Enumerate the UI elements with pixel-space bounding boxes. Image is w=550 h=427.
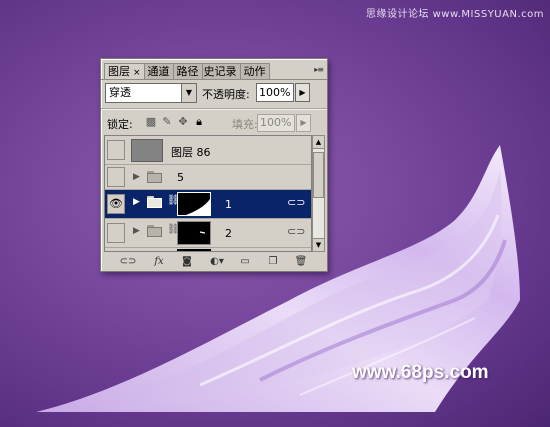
tab-history[interactable]: 史记录 bbox=[201, 63, 241, 79]
new-group-icon[interactable]: ▭ bbox=[237, 255, 253, 269]
tab-actions-label: 动作 bbox=[243, 65, 266, 78]
layer-name: 5 bbox=[177, 171, 184, 184]
watermark-top: 思缘设计论坛 www.MISSYUAN.com bbox=[365, 9, 544, 20]
blend-mode-select[interactable]: 穿透 ▼ bbox=[105, 83, 197, 103]
lock-all-icon[interactable]: 🔒︎ bbox=[193, 116, 205, 128]
layer-name: 1 bbox=[225, 198, 232, 211]
tab-layers-label: 图层 bbox=[108, 65, 130, 78]
tab-layers[interactable]: 图层 × bbox=[104, 63, 145, 79]
chevron-down-icon[interactable]: ▼ bbox=[181, 84, 196, 102]
layer-row-selected[interactable]: 👁︎ ▶ ⛓ 1 ⊂⊃ bbox=[105, 190, 311, 219]
blend-row: 穿透 ▼ 不透明度: 100% ▶ bbox=[105, 83, 323, 103]
folder-icon bbox=[147, 171, 162, 183]
tab-actions[interactable]: 动作 bbox=[239, 63, 270, 79]
panel-tabs: 图层 × 通道 路径 史记录 动作 bbox=[104, 63, 270, 79]
link-icon: ⊂⊃ bbox=[287, 196, 306, 209]
tab-paths-label: 路径 bbox=[176, 65, 199, 78]
divider bbox=[101, 108, 327, 110]
next-layer-thumbnail bbox=[177, 249, 211, 251]
opacity-slider-arrow-icon[interactable]: ▶ bbox=[295, 83, 310, 102]
adjustment-layer-icon[interactable]: ◐▾ bbox=[207, 255, 227, 269]
layers-list: 图层 86 ▶ 5 👁︎ ▶ ⛓ 1 ⊂⊃ ▶ ⛓ 2 ⊂⊃ bbox=[104, 135, 312, 252]
link-layers-icon[interactable]: ⊂⊃ bbox=[119, 255, 137, 269]
folder-icon bbox=[147, 196, 162, 208]
folder-icon bbox=[147, 225, 162, 237]
layer-name: 2 bbox=[225, 227, 232, 240]
link-icon: ⊂⊃ bbox=[287, 225, 306, 238]
eye-icon: 👁︎ bbox=[109, 197, 123, 210]
lock-brush-icon[interactable]: ✎ bbox=[161, 116, 173, 128]
lock-move-icon[interactable]: ✥ bbox=[177, 116, 189, 128]
lock-row: 锁定: ▩ ✎ ✥ 🔒︎ 填充: 100% ▶ bbox=[107, 114, 323, 132]
tab-channels-label: 通道 bbox=[147, 65, 170, 78]
close-icon[interactable]: × bbox=[133, 68, 141, 78]
fill-input[interactable]: 100% bbox=[257, 114, 295, 132]
tab-history-label: 史记录 bbox=[203, 65, 237, 78]
mask-thumbnail[interactable] bbox=[177, 221, 211, 245]
layer-row[interactable]: 图层 86 bbox=[105, 136, 311, 165]
lock-label: 锁定: bbox=[107, 118, 133, 131]
expand-triangle-icon[interactable]: ▶ bbox=[133, 197, 140, 207]
new-layer-icon[interactable]: ❐ bbox=[265, 255, 281, 269]
layer-row[interactable]: ▶ 5 bbox=[105, 165, 311, 190]
panel-toolbar: ⊂⊃ fx ◙ ◐▾ ▭ ❐ 🗑︎ bbox=[119, 255, 313, 271]
tab-channels[interactable]: 通道 bbox=[143, 63, 174, 79]
fx-icon[interactable]: fx bbox=[149, 255, 169, 269]
fill-label: 填充: bbox=[232, 118, 258, 131]
blend-mode-value: 穿透 bbox=[109, 86, 131, 99]
trash-icon[interactable]: 🗑︎ bbox=[293, 255, 309, 269]
layer-thumbnail bbox=[131, 139, 163, 162]
add-mask-icon[interactable]: ◙ bbox=[179, 255, 195, 269]
layer-name: 图层 86 bbox=[171, 146, 211, 159]
expand-triangle-icon[interactable]: ▶ bbox=[133, 172, 140, 182]
scroll-thumb[interactable] bbox=[313, 152, 324, 198]
fill-slider-arrow-icon[interactable]: ▶ bbox=[296, 114, 311, 132]
opacity-input[interactable]: 100% bbox=[256, 83, 294, 102]
visibility-toggle[interactable]: 👁︎ bbox=[107, 194, 125, 214]
layers-scrollbar[interactable]: ▲ ▼ bbox=[312, 135, 325, 252]
scroll-down-icon[interactable]: ▼ bbox=[313, 238, 324, 251]
mask-thumbnail[interactable] bbox=[177, 192, 211, 216]
watermark-bottom: www.68ps.com bbox=[352, 362, 489, 383]
visibility-toggle[interactable] bbox=[107, 223, 125, 243]
layer-row[interactable]: ▶ ⛓ 2 ⊂⊃ bbox=[105, 219, 311, 248]
scroll-up-icon[interactable]: ▲ bbox=[313, 136, 324, 149]
lock-transparency-icon[interactable]: ▩ bbox=[145, 116, 157, 128]
layers-panel: 图层 × 通道 路径 史记录 动作 ▸≡ 穿透 ▼ 不透明度: 100% ▶ 锁定… bbox=[100, 58, 328, 272]
tab-paths[interactable]: 路径 bbox=[172, 63, 203, 79]
expand-triangle-icon[interactable]: ▶ bbox=[133, 226, 140, 236]
panel-menu-icon[interactable]: ▸≡ bbox=[314, 65, 324, 74]
tab-divider bbox=[101, 79, 327, 80]
visibility-toggle[interactable] bbox=[107, 140, 125, 160]
visibility-toggle[interactable] bbox=[107, 167, 125, 187]
opacity-label: 不透明度: bbox=[202, 88, 250, 101]
